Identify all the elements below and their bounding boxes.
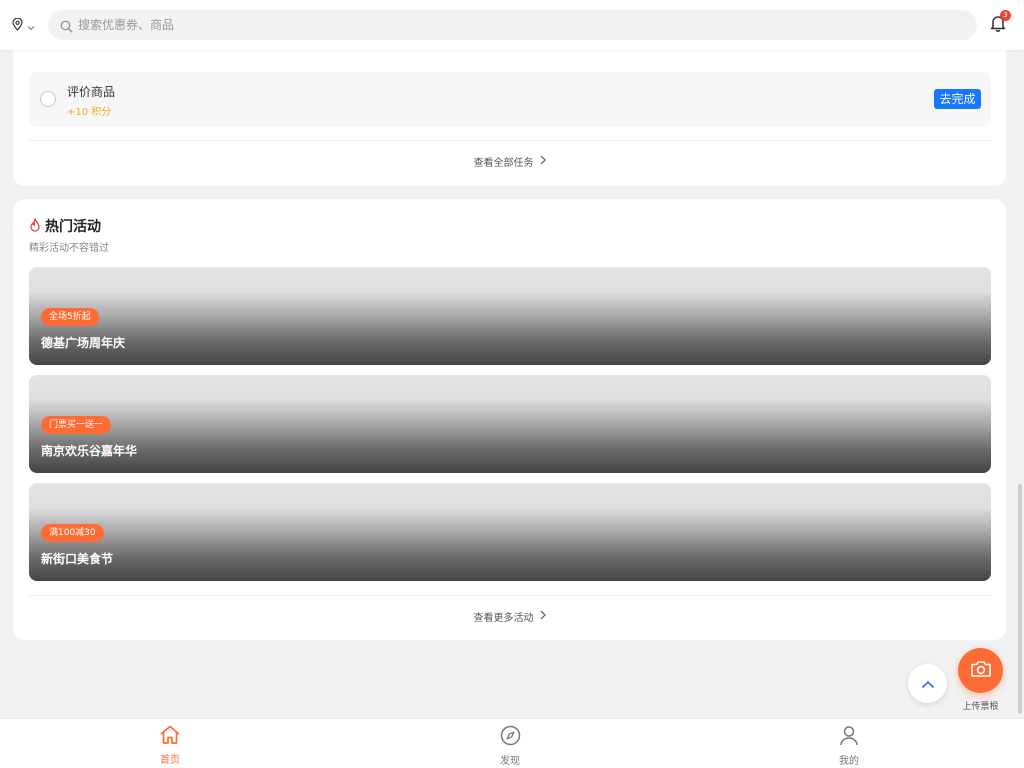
back-to-top-button[interactable] (908, 664, 947, 703)
activity-tag: 全场5折起 (41, 308, 99, 326)
section-subtitle: 精彩活动不容错过 (29, 243, 109, 254)
task-name: 评价商品 (67, 85, 116, 99)
upload-ticket-button[interactable] (958, 648, 1003, 693)
view-all-tasks-link[interactable]: 查看全部任务 (13, 154, 1006, 169)
activity-name: 新街口美食节 (41, 552, 114, 566)
view-more-activities-link[interactable]: 查看更多活动 (13, 609, 1006, 624)
home-icon (159, 725, 181, 749)
tab-home-label: 首页 (160, 755, 180, 766)
tasks-card: 评价商品 +10 积分 去完成 查看全部任务 (13, 40, 1006, 186)
section-title: 热门活动 (45, 219, 101, 235)
chevron-right-icon (540, 155, 546, 168)
scrollbar-thumb[interactable] (1018, 484, 1022, 714)
search-input[interactable] (78, 10, 958, 40)
view-more-activities-label: 查看更多活动 (473, 613, 534, 624)
task-points: +10 积分 (67, 107, 112, 118)
tab-profile-label: 我的 (839, 756, 859, 767)
chevron-down-icon (27, 16, 35, 35)
search-bar[interactable] (48, 10, 977, 40)
activity-name: 德基广场周年庆 (41, 336, 126, 350)
chevron-up-icon (921, 674, 935, 693)
search-icon (60, 18, 73, 37)
view-all-tasks-label: 查看全部任务 (473, 158, 534, 169)
location-selector[interactable] (12, 17, 42, 33)
task-item: 评价商品 +10 积分 去完成 (29, 72, 991, 127)
divider (29, 595, 991, 596)
section-header: 热门活动 (29, 216, 101, 236)
divider (29, 140, 991, 141)
tab-home[interactable]: 首页 (140, 725, 200, 766)
tab-discover[interactable]: 发现 (480, 725, 540, 767)
user-icon (839, 726, 859, 750)
bottom-tab-bar: 首页 发现 我的 (0, 718, 1024, 768)
tab-profile[interactable]: 我的 (819, 725, 879, 767)
task-complete-button[interactable]: 去完成 (934, 89, 981, 109)
fire-icon (29, 217, 41, 236)
task-checkbox[interactable] (40, 91, 56, 107)
activity-name: 南京欢乐谷嘉年华 (41, 444, 138, 458)
activity-banner[interactable]: 门票买一送一 南京欢乐谷嘉年华 (29, 375, 991, 473)
notification-button[interactable]: 3 (990, 10, 1011, 34)
activity-tag: 满100减30 (41, 524, 104, 542)
chevron-right-icon (540, 610, 546, 623)
hot-activities-card: 热门活动 精彩活动不容错过 全场5折起 德基广场周年庆 门票买一送一 南京欢乐谷… (13, 199, 1006, 640)
location-pin-icon (12, 16, 23, 35)
upload-ticket-label: 上传票根 (962, 702, 999, 712)
notification-badge: 3 (1000, 10, 1011, 21)
top-bar: 3 (0, 0, 1024, 50)
camera-icon (970, 660, 992, 682)
activity-banner[interactable]: 满100减30 新街口美食节 (29, 483, 991, 581)
activity-banner[interactable]: 全场5折起 德基广场周年庆 (29, 267, 991, 365)
tab-discover-label: 发现 (500, 756, 520, 767)
activity-tag: 门票买一送一 (41, 416, 112, 434)
compass-icon (500, 725, 521, 750)
